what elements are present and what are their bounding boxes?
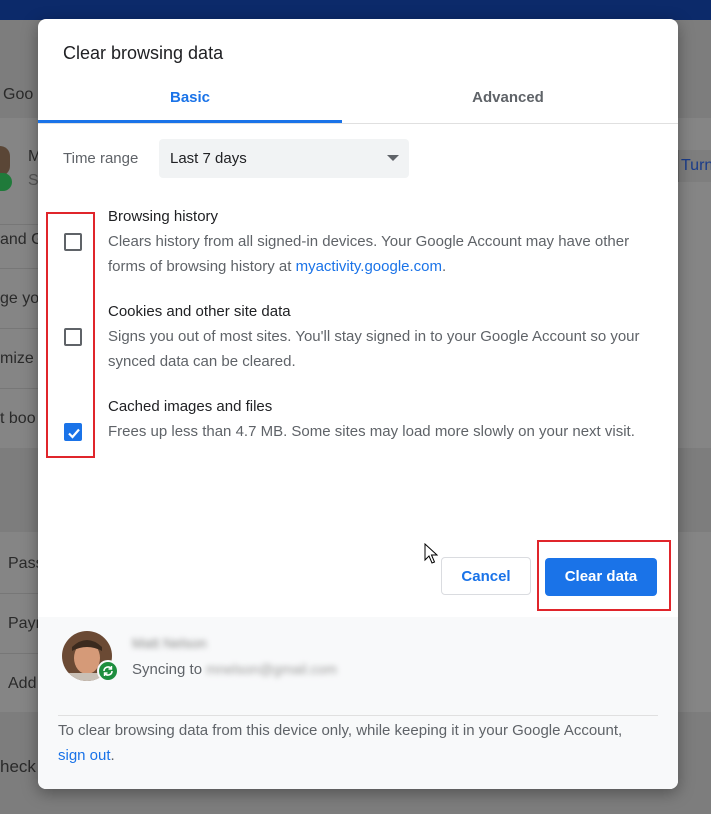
bg-text-addresses: Add — [8, 675, 37, 692]
bg-heading: Goo — [3, 86, 34, 103]
dropdown-arrow-icon — [387, 155, 399, 161]
note-text: To clear browsing data from this device … — [58, 722, 623, 739]
syncing-status: Syncing to mnelson@gmail.com — [132, 661, 337, 678]
divider — [0, 268, 40, 269]
clear-data-button[interactable]: Clear data — [545, 558, 657, 596]
option-desc-cached-images: Frees up less than 4.7 MB. Some sites ma… — [108, 423, 635, 440]
option-title-cookies: Cookies and other site data — [108, 303, 291, 320]
time-range-label: Time range — [63, 150, 139, 167]
tab-advanced[interactable]: Advanced — [356, 81, 660, 123]
checkmark-icon — [68, 428, 80, 439]
bg-text: ge yo — [0, 290, 40, 307]
browsing-history-checkbox[interactable] — [64, 233, 82, 251]
tab-bar: Basic Advanced — [38, 81, 678, 124]
sync-icon — [97, 660, 119, 682]
account-name: Matt Nelson — [132, 635, 207, 651]
sync-arrows-icon — [103, 666, 113, 676]
myactivity-link[interactable]: myactivity.google.com — [296, 258, 442, 275]
divider — [0, 593, 40, 594]
bg-text: t boo — [0, 410, 36, 427]
tab-basic[interactable]: Basic — [38, 81, 342, 123]
cached-images-checkbox[interactable] — [64, 423, 82, 441]
active-tab-indicator — [38, 120, 342, 123]
dialog-footer: Matt Nelson Syncing to mnelson@gmail.com … — [38, 617, 678, 789]
bg-text: mize — [0, 350, 34, 367]
cookies-checkbox[interactable] — [64, 328, 82, 346]
bg-text-payments: Payr — [8, 615, 41, 632]
note-end: . — [110, 747, 115, 764]
option-title-browsing-history: Browsing history — [108, 208, 219, 225]
account-email: mnelson@gmail.com — [206, 661, 337, 677]
divider — [0, 388, 40, 389]
time-range-select[interactable]: Last 7 days — [159, 139, 409, 178]
footer-note: To clear browsing data from this device … — [58, 718, 638, 768]
browser-top-bar — [0, 0, 711, 20]
turn-off-label: Turn — [681, 157, 711, 174]
option-desc-cookies: Signs you out of most sites. You'll stay… — [108, 328, 640, 370]
sign-out-link[interactable]: sign out — [58, 747, 111, 764]
clear-browsing-data-dialog: Clear browsing data Basic Advanced Time … — [38, 19, 678, 789]
mouse-pointer-icon — [424, 543, 438, 564]
footer-divider — [58, 715, 658, 716]
dialog-title: Clear browsing data — [63, 43, 224, 63]
cancel-button[interactable]: Cancel — [441, 557, 531, 595]
bg-heading-safety-check: heck — [0, 757, 36, 776]
divider — [0, 328, 40, 329]
turn-off-button[interactable]: Turn — [678, 150, 711, 182]
desc-end: . — [442, 258, 447, 275]
time-range-value: Last 7 days — [170, 150, 247, 167]
divider — [0, 224, 40, 225]
option-title-cached-images: Cached images and files — [108, 398, 273, 415]
syncing-label: Syncing to — [132, 661, 203, 678]
option-desc-browsing-history: Clears history from all signed-in device… — [108, 229, 653, 279]
divider — [0, 653, 40, 654]
